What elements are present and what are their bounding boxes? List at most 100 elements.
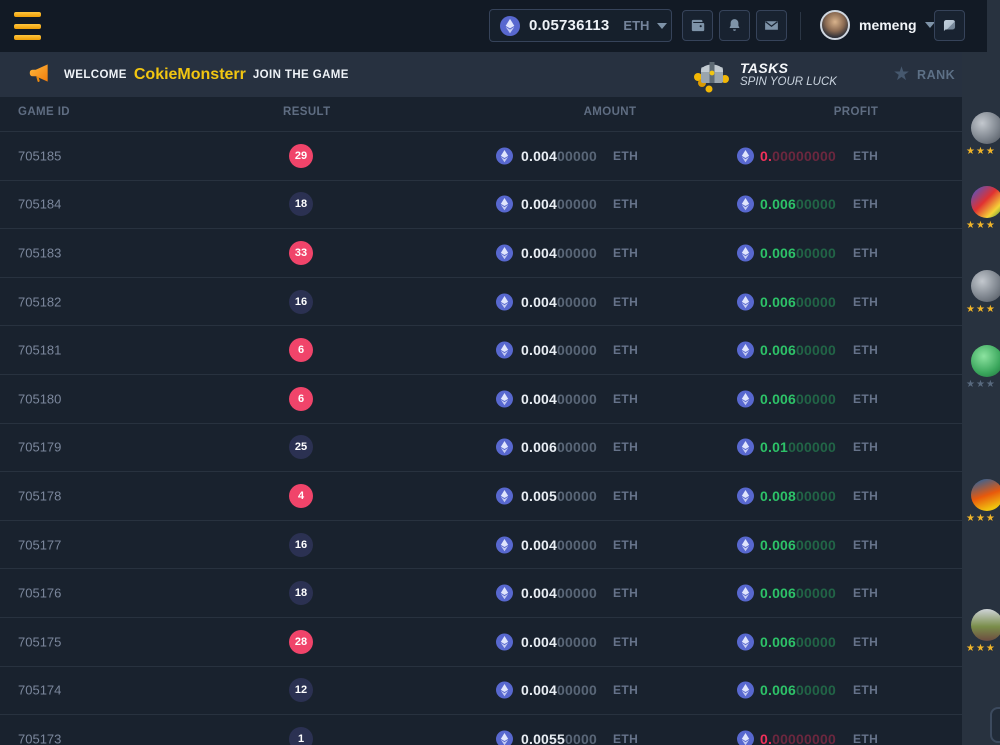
amount-currency: ETH — [613, 197, 638, 211]
amount-currency: ETH — [613, 246, 638, 260]
amount-currency: ETH — [613, 683, 638, 697]
table-row[interactable]: 705185 29 0.00400000 ETH 0.00000000 ETH — [0, 131, 962, 180]
chat-toggle-button[interactable] — [934, 10, 965, 41]
chat-user-avatar[interactable] — [971, 270, 1000, 302]
username: memeng — [859, 17, 917, 33]
eth-coin-icon — [500, 16, 520, 36]
chat-user-avatar[interactable] — [971, 609, 1000, 641]
notifications-button[interactable] — [719, 10, 750, 41]
column-profit: PROFIT — [786, 106, 926, 118]
eth-coin-icon — [737, 342, 754, 359]
table-row[interactable]: 705173 1 0.00550000 ETH 0.00000000 ETH — [0, 714, 962, 745]
game-id: 705177 — [18, 537, 61, 552]
user-avatar — [820, 10, 850, 40]
user-rating-stars: ★★★ — [966, 379, 996, 390]
profit-value: 0.00600000 — [760, 634, 836, 650]
result-badge: 16 — [289, 533, 313, 557]
profit-currency: ETH — [853, 732, 878, 745]
chat-user-avatar[interactable] — [971, 186, 1000, 218]
amount-value: 0.00400000 — [521, 585, 597, 601]
eth-coin-icon — [737, 196, 754, 213]
balance-currency: ETH — [623, 18, 649, 33]
chevron-down-icon — [657, 23, 667, 29]
result-badge: 28 — [289, 630, 313, 654]
result-badge: 16 — [289, 290, 313, 314]
amount-currency: ETH — [613, 489, 638, 503]
table-row[interactable]: 705179 25 0.00600000 ETH 0.01000000 ETH — [0, 423, 962, 472]
bell-icon — [726, 17, 743, 34]
profit-currency: ETH — [853, 635, 878, 649]
eth-coin-icon — [737, 390, 754, 407]
user-menu[interactable]: memeng — [820, 10, 935, 40]
eth-coin-icon — [496, 536, 513, 553]
table-row[interactable]: 705174 12 0.00400000 ETH 0.00600000 ETH — [0, 666, 962, 715]
games-table-body: 705185 29 0.00400000 ETH 0.00000000 ETH … — [0, 131, 962, 745]
chat-user-avatar[interactable] — [971, 112, 1000, 144]
table-row[interactable]: 705176 18 0.00400000 ETH 0.00600000 ETH — [0, 568, 962, 617]
welcome-username: CokieMonsterr — [134, 66, 246, 84]
user-rating-stars: ★★★ — [966, 643, 996, 654]
welcome-prefix: WELCOME — [64, 69, 127, 81]
amount-value: 0.00400000 — [521, 342, 597, 358]
table-row[interactable]: 705184 18 0.00400000 ETH 0.00600000 ETH — [0, 180, 962, 229]
result-badge: 6 — [289, 387, 313, 411]
game-id: 705179 — [18, 440, 61, 455]
menu-icon[interactable] — [14, 12, 41, 40]
result-badge: 29 — [289, 144, 313, 168]
tasks-link[interactable]: TASKS SPIN YOUR LUCK — [692, 52, 837, 97]
result-badge: 33 — [289, 241, 313, 265]
chat-user-avatar[interactable] — [971, 479, 1000, 511]
result-badge: 6 — [289, 338, 313, 362]
amount-value: 0.00400000 — [521, 196, 597, 212]
profit-value: 0.00000000 — [760, 731, 836, 745]
eth-coin-icon — [496, 439, 513, 456]
table-row[interactable]: 705180 6 0.00400000 ETH 0.00600000 ETH — [0, 374, 962, 423]
profit-value: 0.00600000 — [760, 682, 836, 698]
result-badge: 18 — [289, 581, 313, 605]
profit-currency: ETH — [853, 246, 878, 260]
game-id: 705182 — [18, 294, 61, 309]
eth-coin-icon — [496, 487, 513, 504]
topbar-divider — [800, 12, 801, 40]
eth-coin-icon — [496, 585, 513, 602]
amount-value: 0.00500000 — [521, 488, 597, 504]
table-row[interactable]: 705178 4 0.00500000 ETH 0.00800000 ETH — [0, 471, 962, 520]
profit-currency: ETH — [853, 586, 878, 600]
messages-button[interactable] — [756, 10, 787, 41]
eth-coin-icon — [496, 633, 513, 650]
chat-user-avatar[interactable] — [971, 345, 1000, 377]
game-id: 705178 — [18, 488, 61, 503]
table-row[interactable]: 705175 28 0.00400000 ETH 0.00600000 ETH — [0, 617, 962, 666]
amount-currency: ETH — [613, 732, 638, 745]
result-badge: 12 — [289, 678, 313, 702]
profit-value: 0.01000000 — [760, 439, 836, 455]
column-game-id: GAME ID — [18, 106, 70, 118]
eth-coin-icon — [737, 147, 754, 164]
eth-coin-icon — [737, 682, 754, 699]
game-id: 705174 — [18, 683, 61, 698]
eth-coin-icon — [737, 244, 754, 261]
profit-value: 0.00600000 — [760, 391, 836, 407]
user-rating-stars: ★★★ — [966, 513, 996, 524]
table-row[interactable]: 705182 16 0.00400000 ETH 0.00600000 ETH — [0, 277, 962, 326]
table-row[interactable]: 705183 33 0.00400000 ETH 0.00600000 ETH — [0, 228, 962, 277]
amount-currency: ETH — [613, 343, 638, 357]
amount-value: 0.00400000 — [521, 634, 597, 650]
profit-currency: ETH — [853, 149, 878, 163]
wallet-button[interactable] — [682, 10, 713, 41]
game-id: 705176 — [18, 586, 61, 601]
rank-link[interactable]: ★ RANK — [893, 52, 955, 97]
balance-selector[interactable]: 0.05736113 ETH — [489, 9, 672, 42]
chat-input[interactable] — [990, 707, 1000, 743]
balance-value: 0.05736113 — [529, 17, 609, 34]
table-row[interactable]: 705181 6 0.00400000 ETH 0.00600000 ETH — [0, 325, 962, 374]
profit-value: 0.00600000 — [760, 342, 836, 358]
page: ★★★★★★★★★★★★★★★★★★ 0.05736113 ETH — [0, 0, 1000, 745]
column-result: RESULT — [283, 106, 319, 118]
game-id: 705185 — [18, 148, 61, 163]
megaphone-icon — [26, 60, 52, 86]
game-id: 705183 — [18, 245, 61, 260]
profit-value: 0.00600000 — [760, 196, 836, 212]
table-row[interactable]: 705177 16 0.00400000 ETH 0.00600000 ETH — [0, 520, 962, 569]
eth-coin-icon — [496, 342, 513, 359]
